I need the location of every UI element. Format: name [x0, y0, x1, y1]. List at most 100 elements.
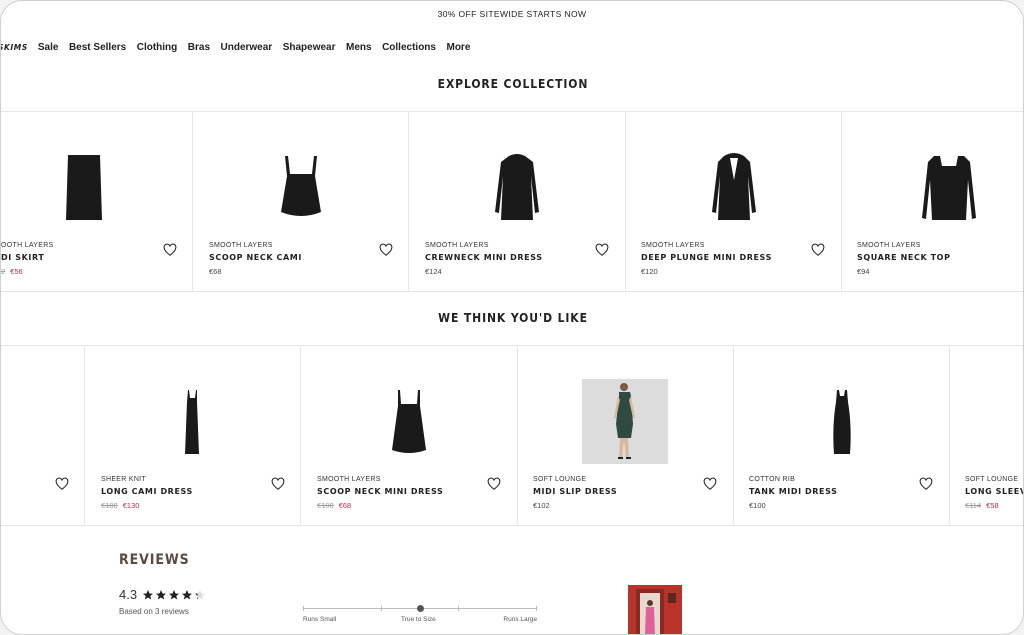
product-name[interactable]: MIDI SLIP DRESS — [533, 487, 617, 496]
product-name[interactable]: LONG CAMI DRESS — [101, 487, 193, 496]
product-card[interactable]: SOFT LOUNGE MIDI SLIP DRESS €102 — [518, 346, 734, 525]
product-collection: COTTON RIB — [749, 476, 796, 483]
wishlist-heart-icon[interactable] — [595, 243, 609, 257]
nav-item-clothing[interactable]: Clothing — [137, 42, 178, 53]
recommend-title: WE THINK YOU'D LIKE — [438, 311, 588, 325]
product-name[interactable]: SCOOP NECK CAMI — [209, 253, 302, 262]
nav-item-more[interactable]: More — [446, 42, 470, 53]
product-name[interactable]: DI SKIRT — [1, 253, 44, 262]
recommend-carousel: SHEER KNIT LONG CAMI DRESS €188 €130 SMOO… — [1, 345, 1023, 526]
product-card[interactable]: SHEER KNIT LONG CAMI DRESS €188 €130 — [85, 346, 301, 525]
product-card[interactable]: SOFT LOUNGE LONG SLEEVE D €114 €58 — [950, 346, 1023, 525]
rating-summary: 4.3 — [119, 587, 207, 602]
promo-text: 30% OFF SITEWIDE STARTS NOW — [437, 9, 587, 19]
product-sale-price: €130 — [122, 501, 140, 510]
product-old-price: €114 — [965, 501, 982, 510]
fit-tick — [381, 606, 382, 611]
product-name[interactable]: CREWNECK MINI DRESS — [425, 253, 543, 262]
product-image[interactable] — [85, 346, 300, 464]
product-image[interactable] — [1, 346, 84, 464]
explore-title: EXPLORE COLLECTION — [437, 77, 589, 91]
product-collection: SOFT LOUNGE — [965, 476, 1019, 483]
product-collection: SMOOTH LAYERS — [857, 242, 921, 249]
nav-item-sale[interactable]: Sale — [38, 42, 59, 53]
nav-item-shapewear[interactable]: Shapewear — [283, 42, 336, 53]
nav-item-underwear[interactable]: Underwear — [221, 42, 273, 53]
product-collection: SMOOTH LAYERS — [425, 242, 489, 249]
product-image[interactable] — [734, 346, 949, 464]
product-old-price: €188 — [101, 501, 118, 510]
nav-item-mens[interactable]: Mens — [346, 42, 372, 53]
product-image[interactable] — [409, 112, 625, 230]
product-image[interactable] — [950, 346, 1023, 464]
product-image[interactable] — [842, 112, 1023, 230]
product-price: €102 — [533, 501, 550, 510]
product-price: €114 €58 — [965, 501, 999, 510]
fit-tick — [536, 606, 537, 611]
wishlist-heart-icon[interactable] — [379, 243, 393, 257]
product-image[interactable] — [518, 346, 733, 464]
product-price: €68 — [209, 267, 222, 276]
promo-banner[interactable]: 30% OFF SITEWIDE STARTS NOW — [1, 1, 1023, 27]
product-card[interactable]: SMOOTH LAYERS DEEP PLUNGE MINI DRESS €12… — [626, 112, 842, 291]
fit-label-large: Runs Large — [503, 616, 537, 623]
nav-item-collections[interactable]: Collections — [382, 42, 436, 53]
product-collection: SMOOTH LAYERS — [209, 242, 273, 249]
product-price: €94 — [857, 267, 870, 276]
product-card[interactable]: SMOOTH LAYERS SCOOP NECK MINI DRESS €100… — [301, 346, 518, 525]
product-sale-price: €68 — [338, 501, 352, 510]
product-card[interactable]: OOTH LAYERS DI SKIRT 2 €56 — [1, 112, 193, 291]
fit-indicator — [416, 605, 424, 612]
nav-item-best-sellers[interactable]: Best Sellers — [69, 42, 126, 53]
product-sale-price: €58 — [986, 501, 999, 510]
page-frame: 30% OFF SITEWIDE STARTS NOW SKIMS Sale B… — [0, 0, 1024, 635]
product-name[interactable]: SQUARE NECK TOP — [857, 253, 951, 262]
product-card[interactable]: COTTON RIB TANK MIDI DRESS €100 — [734, 346, 950, 525]
wishlist-heart-icon[interactable] — [487, 477, 501, 491]
review-count: Based on 3 reviews — [119, 607, 189, 616]
product-price: €100 €68 — [317, 501, 351, 510]
product-collection: SOFT LOUNGE — [533, 476, 587, 483]
fit-tick — [458, 606, 459, 611]
wishlist-heart-icon[interactable] — [919, 477, 933, 491]
product-price: €188 €130 — [101, 501, 139, 510]
product-name[interactable]: LONG SLEEVE D — [965, 487, 1023, 496]
product-price: 2 €56 — [1, 267, 23, 276]
product-image[interactable] — [301, 346, 517, 464]
wishlist-heart-icon[interactable] — [163, 243, 177, 257]
wishlist-heart-icon[interactable] — [703, 477, 717, 491]
product-card[interactable] — [1, 346, 85, 525]
product-card[interactable]: SMOOTH LAYERS SCOOP NECK CAMI €68 — [193, 112, 409, 291]
product-collection: SMOOTH LAYERS — [317, 476, 381, 483]
product-name[interactable]: SCOOP NECK MINI DRESS — [317, 487, 443, 496]
product-collection: SMOOTH LAYERS — [641, 242, 705, 249]
product-image[interactable] — [193, 112, 408, 230]
star-icon — [156, 589, 167, 599]
fit-label-true: True to Size — [401, 616, 436, 623]
product-image[interactable] — [626, 112, 841, 230]
product-old-price: €100 — [317, 501, 334, 510]
product-price: €120 — [641, 267, 658, 276]
main-nav: SKIMS Sale Best Sellers Clothing Bras Un… — [1, 39, 481, 55]
product-card[interactable]: SMOOTH LAYERS SQUARE NECK TOP €94 — [842, 112, 1023, 291]
nav-item-bras[interactable]: Bras — [188, 42, 210, 53]
product-image[interactable] — [1, 112, 192, 230]
wishlist-heart-icon[interactable] — [271, 477, 285, 491]
rating-value: 4.3 — [119, 587, 138, 602]
product-card[interactable]: SMOOTH LAYERS CREWNECK MINI DRESS €124 — [409, 112, 626, 291]
product-name[interactable]: TANK MIDI DRESS — [749, 487, 837, 496]
reviews-title: REVIEWS — [119, 552, 190, 568]
wishlist-heart-icon[interactable] — [811, 243, 825, 257]
product-name[interactable]: DEEP PLUNGE MINI DRESS — [641, 253, 772, 262]
star-icon — [169, 589, 180, 599]
wishlist-heart-icon[interactable] — [55, 477, 69, 491]
star-icon — [182, 589, 193, 599]
rating-stars — [142, 589, 207, 601]
review-photo[interactable] — [628, 585, 682, 634]
product-sale-price: €56 — [10, 267, 23, 276]
explore-carousel: OOTH LAYERS DI SKIRT 2 €56 SMOOTH LAYERS … — [1, 111, 1023, 292]
product-collection: OOTH LAYERS — [1, 242, 54, 249]
product-price: €124 — [425, 267, 442, 276]
skims-logo[interactable]: SKIMS — [1, 43, 28, 52]
product-old-price: 2 — [1, 267, 6, 276]
